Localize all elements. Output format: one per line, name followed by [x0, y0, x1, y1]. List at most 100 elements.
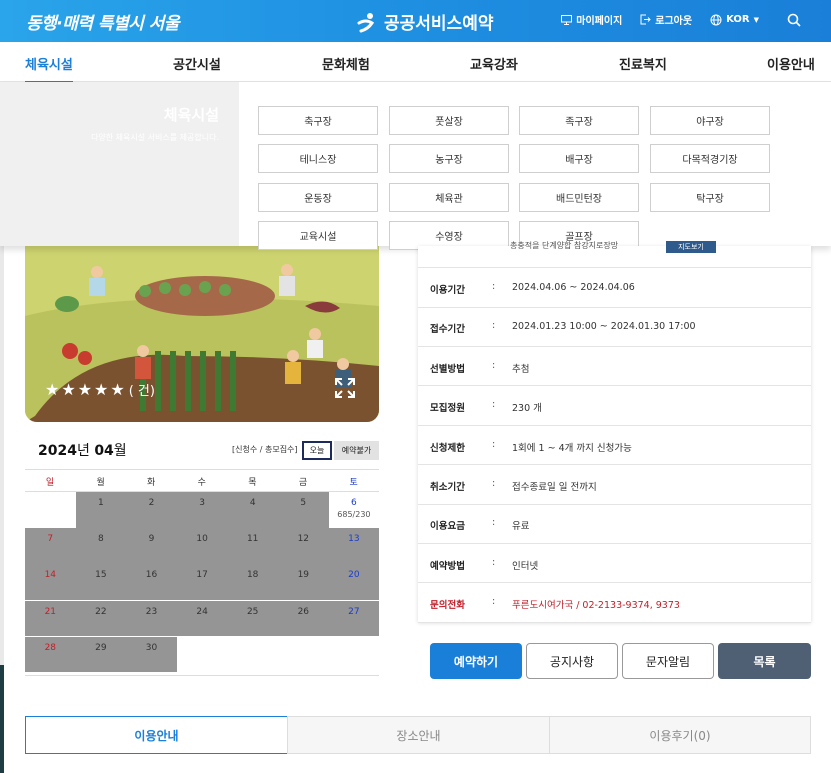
- dow-tue: 화: [147, 478, 156, 488]
- calendar-day-number: 15: [95, 570, 107, 581]
- dow-sun: 일: [45, 478, 55, 488]
- calendar-day[interactable]: 6 685/230: [329, 492, 380, 528]
- calendar-day-number: 21: [44, 606, 57, 617]
- map-badge[interactable]: 지도보기: [666, 241, 716, 253]
- calendar-day-number: 24: [196, 606, 208, 617]
- calendar-day: 20: [328, 564, 380, 600]
- calendar-day-number: 17: [196, 570, 208, 581]
- calendar-day: 21: [25, 600, 76, 637]
- info-value: 인터넷: [512, 560, 539, 572]
- submenu-item[interactable]: 배구장: [519, 144, 639, 173]
- brand-symbol-icon: [357, 12, 375, 32]
- page: 동행·매력 특별시 서울 공공서비스예약 마이페이지 로그아웃 KOR ▼ 체육…: [0, 0, 831, 773]
- review-count: ( 건): [128, 384, 155, 399]
- submenu-item[interactable]: 족구장: [519, 106, 639, 135]
- calendar-day-number: 6: [351, 498, 357, 508]
- info-colon: :: [492, 438, 496, 450]
- info-value: 유료: [512, 521, 530, 533]
- submenu-item[interactable]: 배드민턴장: [519, 183, 639, 212]
- calendar-day-number: 1: [98, 498, 104, 508]
- info-top-row: 총충적을 단계양합 참강지로장망 지도보기: [418, 241, 811, 268]
- nav-guide[interactable]: 이용안내: [767, 54, 815, 73]
- nav-space-facility[interactable]: 공간시설: [173, 54, 221, 73]
- mypage-link[interactable]: 마이페이지: [561, 12, 622, 27]
- calendar-day: 28: [25, 636, 76, 673]
- info-colon: :: [492, 596, 496, 608]
- submenu-item[interactable]: 다목적경기장: [650, 144, 770, 173]
- submenu-item[interactable]: 테니스장: [258, 144, 378, 173]
- sms-alert-button[interactable]: 문자알림: [622, 643, 714, 679]
- star-icon: ★: [45, 380, 60, 399]
- submenu-item[interactable]: 탁구장: [650, 183, 770, 212]
- submenu-item[interactable]: 풋살장: [389, 106, 509, 135]
- unavailable-legend: 예약불가: [334, 441, 379, 460]
- search-icon[interactable]: [787, 13, 801, 27]
- info-colon: :: [492, 399, 496, 411]
- nav-education[interactable]: 교육강좌: [470, 54, 518, 73]
- calendar-year-suffix: 년: [76, 443, 90, 459]
- list-button[interactable]: 목록: [718, 643, 811, 679]
- calendar-day: 22: [75, 600, 127, 637]
- calendar-day-number: 22: [95, 606, 107, 617]
- globe-icon: [710, 14, 722, 25]
- nav-sports-facility[interactable]: 체육시설: [25, 54, 73, 83]
- tab-usage-guide[interactable]: 이용안내: [25, 716, 288, 754]
- calendar-day-number: 11: [246, 534, 259, 545]
- dow-thu: 목: [248, 478, 257, 488]
- info-row: 예약방법: 인터넷: [418, 544, 811, 584]
- reserve-button[interactable]: 예약하기: [430, 643, 522, 679]
- nav-culture[interactable]: 문화체험: [322, 54, 370, 73]
- calendar-day-number: 19: [297, 570, 310, 581]
- calendar-day: 13: [328, 528, 380, 564]
- submenu-item[interactable]: 야구장: [650, 106, 770, 135]
- submenu-item[interactable]: 운동장: [258, 183, 378, 212]
- calendar-header: 일 월 화 수 목 금 토: [25, 469, 379, 492]
- submenu-title: 체육시설: [163, 106, 219, 124]
- calendar-day-number: 16: [145, 570, 158, 581]
- brand-logo[interactable]: 공공서비스예약: [356, 9, 493, 34]
- info-value: 접수종료일 일 전까지: [512, 482, 597, 493]
- info-colon: :: [492, 320, 496, 332]
- info-key: 취소기간: [430, 482, 465, 493]
- submenu-item[interactable]: 축구장: [258, 106, 378, 135]
- expand-icon: [335, 378, 355, 398]
- submenu-item[interactable]: 체육관: [389, 183, 509, 212]
- info-value[interactable]: 푸른도시여가국 / 02-2133-9374, 9373: [512, 597, 680, 611]
- logout-link[interactable]: 로그아웃: [640, 12, 692, 27]
- calendar-day: 7: [25, 528, 76, 564]
- star-icon: ★: [61, 380, 76, 399]
- logout-label: 로그아웃: [655, 16, 693, 27]
- submenu-item[interactable]: 교육시설: [258, 221, 378, 250]
- info-value: 2024.04.06 ~ 2024.04.06: [512, 282, 635, 293]
- today-button[interactable]: 오늘: [302, 441, 332, 460]
- notice-button[interactable]: 공지사항: [526, 643, 618, 679]
- calendar-day-number: 3: [199, 498, 205, 508]
- monitor-icon: [561, 14, 573, 25]
- calendar-day-number: 20: [348, 570, 360, 581]
- calendar-day-number: 30: [145, 642, 158, 653]
- tab-location[interactable]: 장소안내: [287, 716, 550, 754]
- expand-image-button[interactable]: [334, 377, 356, 403]
- calendar-empty-cell: [329, 637, 380, 673]
- calendar-title: 2024년 04월: [38, 440, 127, 460]
- seoul-logo[interactable]: 동행·매력 특별시 서울: [26, 9, 180, 34]
- info-colon: :: [492, 359, 496, 371]
- dow-sat: 토: [349, 478, 358, 488]
- submenu-item[interactable]: 농구장: [389, 144, 509, 173]
- info-key: 선별방법: [430, 363, 465, 375]
- calendar-empty-cell: [25, 492, 76, 528]
- info-colon: :: [492, 517, 496, 529]
- language-selector[interactable]: KOR ▼: [710, 14, 759, 26]
- star-icon: ★: [110, 380, 125, 399]
- info-row: 문의전화: 푸른도시여가국 / 02-2133-9374, 9373: [418, 583, 811, 623]
- facility-info: 총충적을 단계양합 참강지로장망 지도보기 이용기간: 2024.04.06 ~ …: [418, 241, 811, 623]
- calendar-day-number: 7: [47, 534, 54, 545]
- submenu-intro: 체육시설 다양한 체육시설 서비스를 제공합니다.: [0, 82, 239, 246]
- chevron-down-icon: ▼: [753, 15, 759, 24]
- calendar-day: 4: [227, 492, 278, 528]
- calendar-day: 17: [176, 564, 228, 600]
- mypage-label: 마이페이지: [576, 16, 623, 27]
- info-row: 선별방법: 추첨: [418, 347, 811, 387]
- tab-reviews[interactable]: 이용후기(0): [549, 716, 811, 754]
- nav-medical-welfare[interactable]: 진료복지: [619, 54, 667, 73]
